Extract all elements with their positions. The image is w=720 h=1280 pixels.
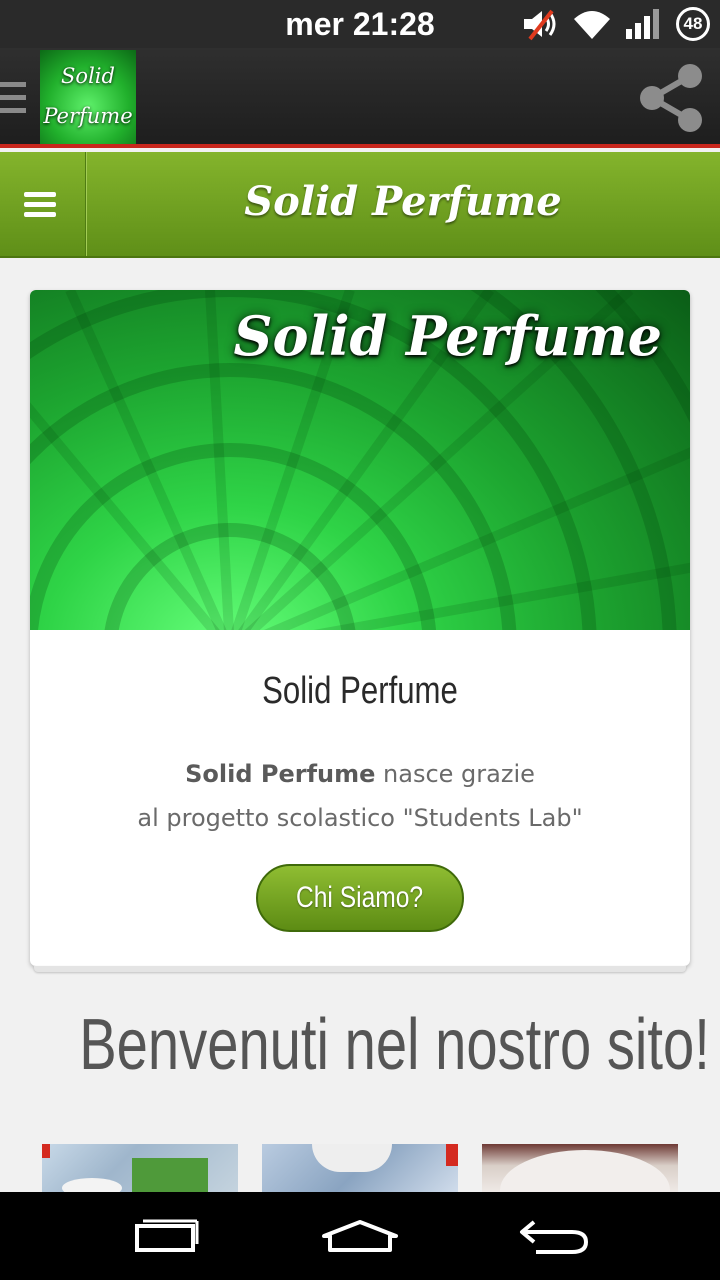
hamburger-menu-icon[interactable]	[0, 152, 86, 256]
share-icon[interactable]	[634, 62, 706, 134]
mute-icon	[524, 9, 556, 41]
site-title: Solid Perfume	[244, 178, 562, 225]
chi-siamo-label: Chi Siamo?	[296, 881, 424, 914]
status-icons: 48	[520, 6, 710, 42]
app-logo[interactable]: Solid Perfume	[40, 50, 136, 144]
banner-image: Solid Perfume	[30, 290, 690, 630]
card-shadow-edge	[34, 966, 686, 972]
status-bar: mer 21:28 48	[0, 0, 720, 48]
card-text: Solid Perfume nasce grazie al progetto s…	[30, 752, 690, 840]
recent-apps-icon[interactable]	[118, 1212, 214, 1260]
gallery-thumbnails	[42, 1144, 678, 1192]
chi-siamo-button[interactable]: Chi Siamo?	[256, 864, 464, 932]
navigation-bar	[0, 1192, 720, 1280]
intro-card: Solid Perfume Solid Perfume Solid Perfum…	[30, 290, 690, 966]
wifi-icon	[574, 11, 610, 39]
banner-title: Solid Perfume	[233, 304, 662, 368]
card-text-line1: Solid Perfume nasce grazie	[30, 752, 690, 796]
battery-icon: 48	[676, 7, 710, 41]
app-logo-line1: Solid	[61, 64, 115, 88]
card-title: Solid Perfume	[262, 670, 458, 712]
site-header: Solid Perfume	[0, 152, 720, 258]
gallery-thumbnail[interactable]	[42, 1144, 238, 1192]
action-bar: Solid Perfume	[0, 48, 720, 148]
home-icon[interactable]	[312, 1212, 408, 1260]
gallery-thumbnail[interactable]	[262, 1144, 458, 1192]
card-text-line2: al progetto scolastico "Students Lab"	[137, 804, 583, 832]
back-icon[interactable]	[506, 1212, 602, 1260]
drawer-icon[interactable]	[0, 82, 26, 121]
welcome-heading: Benvenuti nel nostro sito!	[79, 1005, 710, 1085]
app-logo-line2: Perfume	[43, 104, 133, 128]
card-body: Solid Perfume Solid Perfume nasce grazie…	[30, 630, 690, 966]
gallery-thumbnail[interactable]	[482, 1144, 678, 1192]
card-text-rest: nasce grazie	[375, 760, 535, 788]
signal-icon	[626, 9, 659, 39]
card-text-bold: Solid Perfume	[185, 760, 376, 788]
